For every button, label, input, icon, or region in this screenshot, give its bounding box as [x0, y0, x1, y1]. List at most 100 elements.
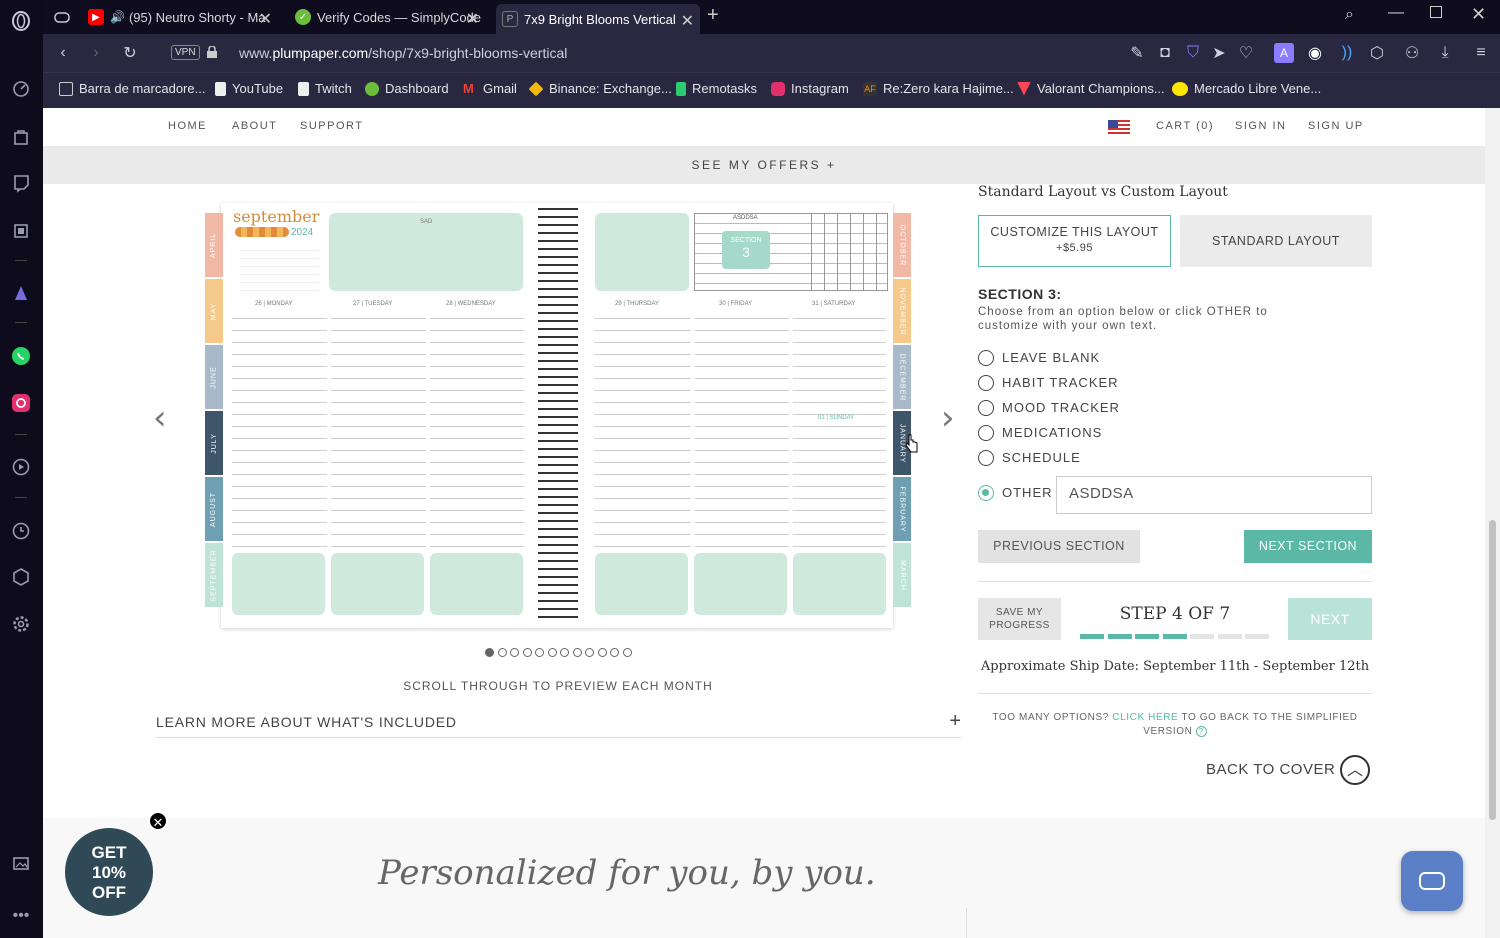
bookmark-rezero[interactable]: AF Re:Zero kara Hajime... [863, 81, 1014, 96]
back-icon[interactable]: ‹ [53, 43, 73, 63]
carousel-dot[interactable] [610, 648, 619, 657]
previous-section-button[interactable]: PREVIOUS SECTION [978, 530, 1140, 563]
us-flag-icon[interactable] [1108, 120, 1130, 134]
bookmark-mercadolibre[interactable]: Mercado Libre Vene... [1172, 81, 1321, 96]
bookmark-binance[interactable]: Binance: Exchange... [528, 81, 672, 96]
radio-button[interactable] [978, 350, 994, 366]
twitch-icon[interactable] [10, 172, 32, 194]
url-field[interactable]: www.plumpaper.com/shop/7x9-bright-blooms… [239, 45, 567, 61]
carousel-dot[interactable] [622, 648, 632, 657]
info-icon[interactable]: ? [1195, 726, 1207, 737]
bookmark-twitch[interactable]: Twitch [298, 81, 352, 96]
customize-layout-button[interactable]: CUSTOMIZE THIS LAYOUT +$5.95 [978, 215, 1171, 267]
nav-sign-up[interactable]: SIGN UP [1308, 120, 1364, 132]
back-to-cover-link[interactable]: BACK TO COVER [1206, 761, 1335, 778]
tab-menu-icon[interactable] [51, 6, 73, 28]
close-tab-icon[interactable]: ✕ [466, 9, 479, 29]
send-icon[interactable]: ➤ [1209, 43, 1229, 63]
carousel-dot[interactable] [522, 648, 532, 657]
carousel-dot[interactable] [597, 648, 607, 657]
whatsapp-icon[interactable] [10, 345, 32, 367]
carousel-dot[interactable] [535, 648, 544, 657]
restore-icon[interactable] [1430, 6, 1442, 18]
page-scrollbar[interactable] [1485, 108, 1500, 938]
carousel-dot[interactable] [510, 648, 519, 657]
next-button[interactable]: NEXT [1288, 598, 1372, 640]
learn-more-accordion[interactable]: LEARN MORE ABOUT WHAT'S INCLUDED + [156, 710, 961, 738]
radio-button[interactable] [978, 400, 994, 416]
bookmark-remotasks[interactable]: Remotasks [676, 81, 757, 96]
easy-setup-icon[interactable]: ≡ [1471, 43, 1491, 63]
snapshot-icon[interactable] [10, 852, 32, 874]
close-promo-icon[interactable]: ✕ [148, 811, 168, 831]
profile-icon[interactable]: ⚇ [1402, 43, 1422, 63]
option-schedule[interactable]: SCHEDULE [978, 450, 1178, 468]
option-other[interactable]: OTHER [978, 485, 1053, 503]
option-habit-tracker[interactable]: HABIT TRACKER [978, 375, 1178, 393]
carousel-dot[interactable] [585, 648, 594, 657]
heart-icon[interactable]: ♡ [1236, 43, 1256, 63]
player-icon[interactable] [10, 456, 32, 478]
instagram-icon[interactable] [10, 392, 32, 414]
close-tab-icon[interactable]: ✕ [681, 11, 694, 31]
edit-icon[interactable]: ✎ [1127, 43, 1147, 63]
nav-support[interactable]: SUPPORT [300, 120, 363, 132]
next-section-button[interactable]: NEXT SECTION [1244, 530, 1372, 563]
carousel-dot[interactable] [560, 648, 569, 657]
chat-button[interactable] [1401, 851, 1463, 911]
close-window-icon[interactable]: ✕ [1471, 4, 1486, 25]
carousel-dot[interactable] [485, 648, 494, 657]
cube-icon[interactable] [10, 566, 32, 588]
extensions-cube-icon[interactable]: ⬡ [1367, 43, 1387, 63]
extension-a-icon[interactable]: A [1274, 43, 1294, 63]
radio-button[interactable] [978, 375, 994, 391]
carousel-dot[interactable] [572, 648, 582, 657]
extension-bot-icon[interactable]: ◉ [1305, 43, 1325, 63]
minimize-icon[interactable]: — [1388, 4, 1404, 22]
aria-icon[interactable] [10, 282, 32, 304]
other-text-input[interactable]: ASDDSA [1056, 476, 1372, 514]
radio-button[interactable] [978, 450, 994, 466]
bookmark-gmail[interactable]: M Gmail [463, 81, 517, 96]
carousel-dot[interactable] [547, 648, 557, 657]
camera-icon[interactable]: ◘ [1155, 43, 1175, 63]
radio-button[interactable] [978, 425, 994, 441]
more-icon[interactable]: ••• [10, 905, 32, 927]
planner-preview-image[interactable]: APRIL MAY JUNE JULY AUGUST SEPTEMBER OCT… [203, 203, 913, 628]
carousel-dot[interactable] [497, 648, 507, 657]
option-medications[interactable]: MEDICATIONS [978, 425, 1178, 443]
standard-layout-button[interactable]: STANDARD LAYOUT [1180, 215, 1372, 267]
see-my-offers-bar[interactable]: SEE MY OFFERS + [43, 146, 1485, 184]
reload-icon[interactable]: ↻ [120, 43, 140, 63]
promo-badge[interactable]: GET 10% OFF [65, 828, 153, 916]
opera-logo-icon[interactable] [10, 10, 32, 32]
save-progress-button[interactable]: SAVE MY PROGRESS [978, 598, 1061, 640]
speed-dial-icon[interactable] [10, 78, 32, 100]
shopping-bag-icon[interactable] [10, 126, 32, 148]
extension-waves-icon[interactable]: )) [1337, 43, 1357, 63]
new-tab-icon[interactable]: + [707, 4, 719, 27]
radio-button-selected[interactable] [978, 485, 994, 501]
nav-home[interactable]: HOME [168, 120, 207, 132]
chevron-up-icon[interactable]: ︿ [1340, 755, 1370, 785]
forward-icon[interactable]: › [86, 43, 106, 63]
settings-icon[interactable] [10, 613, 32, 635]
extensions-icon[interactable] [10, 220, 32, 242]
tab-simplycodes[interactable]: ✓ Verify Codes — SimplyCode ✕ [295, 4, 485, 30]
search-tabs-icon[interactable]: ⌕ [1345, 6, 1354, 24]
bookmark-dashboard[interactable]: Dashboard [365, 81, 449, 96]
shield-icon[interactable]: ⛉ [1183, 43, 1203, 63]
option-mood-tracker[interactable]: MOOD TRACKER [978, 400, 1178, 418]
nav-sign-in[interactable]: SIGN IN [1235, 120, 1286, 132]
download-icon[interactable]: ⤓ [1435, 43, 1455, 63]
bookmark-youtube[interactable]: YouTube [215, 81, 283, 96]
nav-cart[interactable]: CART (0) [1156, 120, 1214, 132]
bookmark-instagram[interactable]: Instagram [771, 81, 849, 96]
tab-plumpaper[interactable]: P 7x9 Bright Blooms Vertical ✕ [496, 4, 700, 34]
nav-about[interactable]: ABOUT [232, 120, 277, 132]
close-tab-icon[interactable]: ✕ [259, 9, 272, 29]
tab-youtube[interactable]: ▶ 🔊 (95) Neutro Shorty - Ma ✕ [88, 4, 278, 30]
carousel-prev-icon[interactable]: ‹ [153, 398, 167, 438]
carousel-dots[interactable] [485, 648, 635, 657]
bookmark-folder[interactable]: Barra de marcadore... [59, 81, 205, 96]
